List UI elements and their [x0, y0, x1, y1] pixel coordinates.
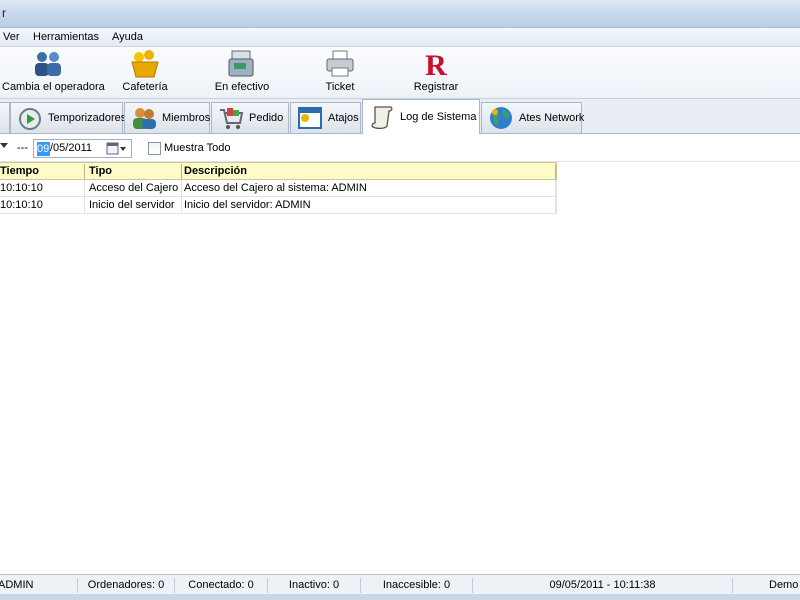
- cell-descripcion: Inicio del servidor: ADMIN: [182, 197, 556, 213]
- status-bar: ADMIN Ordenadores: 0 Conectado: 0 Inacti…: [0, 574, 800, 594]
- tab-partial[interactable]: [0, 102, 10, 133]
- window-bottom-edge: [0, 594, 800, 600]
- show-all-label: Muestra Todo: [164, 142, 231, 154]
- filter-bar: --- 09 /05/2011 Muestra Todo: [0, 134, 800, 162]
- tab-ates-network[interactable]: Ates Network: [481, 102, 585, 133]
- date-picker[interactable]: 09 /05/2011: [33, 139, 132, 158]
- cash-button[interactable]: En efectivo: [210, 49, 274, 97]
- tab-label: Pedido: [249, 112, 284, 124]
- status-inactivo: Inactivo: 0: [268, 578, 361, 593]
- tab-label: Atajos: [328, 112, 359, 124]
- change-operator-button[interactable]: Cambia el operadora: [2, 49, 105, 97]
- tab-pedido[interactable]: Pedido: [211, 102, 289, 133]
- tab-log-de-sistema[interactable]: Log de Sistema: [362, 99, 480, 134]
- toolbar-label: Cafetería: [122, 81, 168, 93]
- tab-miembros[interactable]: Miembros: [124, 102, 210, 133]
- cell-tipo: Inicio del servidor: [87, 197, 182, 213]
- cell-tipo: Acceso del Cajero al sistema: [87, 180, 182, 196]
- toolbar: Cambia el operadora Cafetería En efectiv…: [0, 47, 800, 99]
- cell-tiempo: 10:10:10: [0, 180, 85, 196]
- toolbar-label: Ticket: [325, 81, 355, 93]
- cell-descripcion: Acceso del Cajero al sistema: ADMIN: [182, 180, 556, 196]
- tab-bar: Temporizadores Miembros Pedido Atajos Lo…: [0, 99, 800, 134]
- status-user: ADMIN: [0, 578, 78, 593]
- dropdown-arrow-icon[interactable]: [0, 143, 8, 148]
- menu-ver[interactable]: Ver: [3, 31, 20, 43]
- members-icon: [133, 108, 156, 129]
- status-conectado: Conectado: 0: [175, 578, 268, 593]
- toolbar-label: Registrar: [413, 81, 459, 93]
- show-all-checkbox[interactable]: [148, 142, 161, 155]
- window-title: r: [2, 6, 6, 20]
- globe-icon: [490, 107, 512, 129]
- menu-bar: Ver Herramientas Ayuda: [0, 28, 800, 47]
- tab-temporizadores[interactable]: Temporizadores: [10, 102, 127, 133]
- date-rest: /05/2011: [50, 142, 93, 154]
- status-datetime: 09/05/2011 - 10:11:38: [473, 578, 733, 593]
- table-row[interactable]: 10:10:10 Inicio del servidor Inicio del …: [0, 197, 557, 214]
- status-ordenadores: Ordenadores: 0: [78, 578, 175, 593]
- cell-tiempo: 10:10:10: [0, 197, 85, 213]
- cafeteria-button[interactable]: Cafetería: [118, 49, 172, 97]
- cash-register-icon: [228, 50, 254, 77]
- tab-label: Miembros: [162, 112, 211, 124]
- table-row[interactable]: 10:10:10 Acceso del Cajero al sistema Ac…: [0, 180, 557, 197]
- users-icon: [35, 52, 61, 76]
- system-log-table: Tiempo Tipo Descripción 10:10:10 Acceso …: [0, 162, 557, 214]
- toolbar-label: Cambia el operadora: [2, 81, 105, 93]
- calendar-dropdown-icon[interactable]: [106, 142, 128, 156]
- column-header-tipo[interactable]: Tipo: [87, 164, 182, 180]
- column-header-tiempo[interactable]: Tiempo: [0, 164, 85, 180]
- registrar-r-icon: R: [425, 49, 447, 79]
- tab-label: Temporizadores: [48, 112, 127, 124]
- basket-icon: [131, 50, 159, 78]
- date-separator: ---: [17, 142, 28, 154]
- title-bar: r: [0, 0, 800, 28]
- tab-label: Ates Network: [519, 112, 585, 124]
- status-mode: Demo: [769, 579, 799, 591]
- toolbar-label: En efectivo: [214, 81, 270, 93]
- svg-text:R: R: [425, 49, 447, 79]
- cart-icon: [220, 108, 244, 129]
- printer-icon: [326, 50, 354, 77]
- date-day-selected[interactable]: 09: [37, 142, 50, 156]
- column-header-descripcion[interactable]: Descripción: [182, 164, 556, 180]
- tab-label: Log de Sistema: [400, 111, 477, 123]
- stopwatch-icon: [19, 108, 41, 130]
- menu-herramientas[interactable]: Herramientas: [33, 31, 99, 43]
- shortcut-window-icon: [298, 107, 322, 129]
- scroll-icon: [371, 106, 393, 130]
- status-inaccesible: Inaccesible: 0: [361, 578, 473, 593]
- table-header: Tiempo Tipo Descripción: [0, 162, 557, 180]
- ticket-button[interactable]: Ticket: [320, 49, 360, 97]
- menu-ayuda[interactable]: Ayuda: [112, 31, 143, 43]
- registrar-button[interactable]: R Registrar: [412, 49, 460, 97]
- tab-atajos[interactable]: Atajos: [290, 102, 361, 133]
